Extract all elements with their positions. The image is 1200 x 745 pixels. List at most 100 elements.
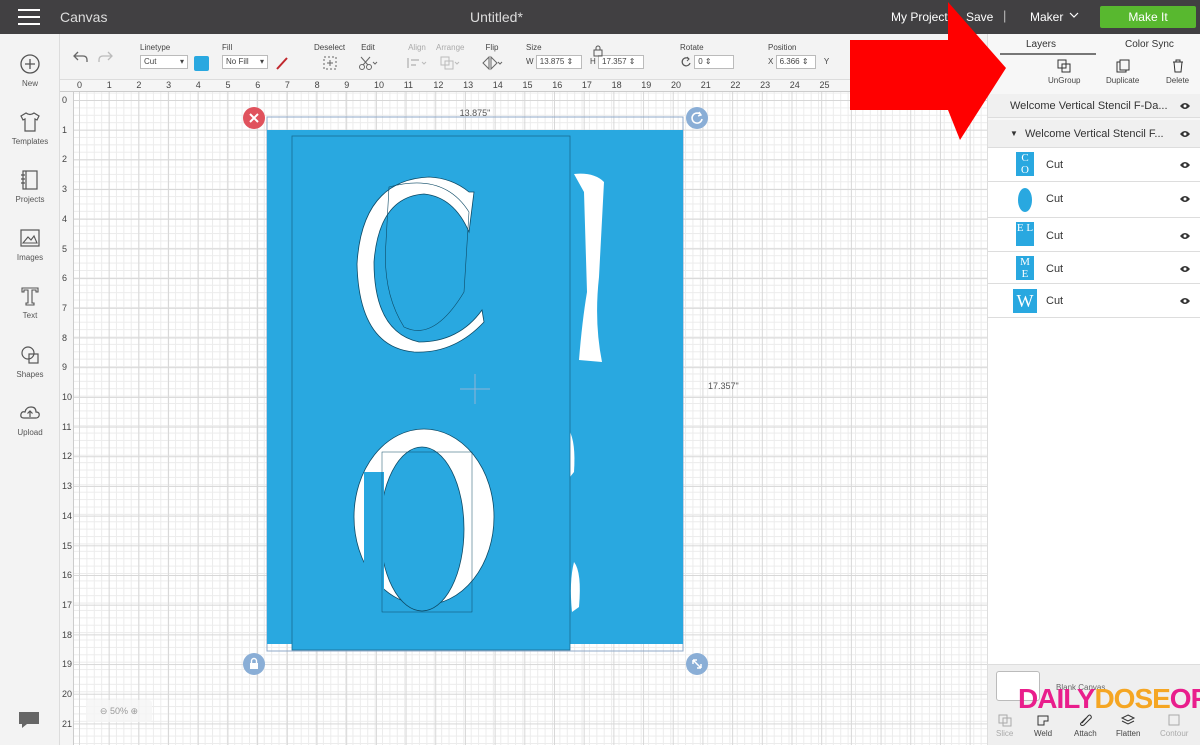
chevron-down-icon[interactable] [1068,9,1080,24]
sidebar-item-new[interactable]: New [0,52,60,88]
ruler-v-tick: 1 [62,124,68,135]
menu-icon[interactable] [18,9,40,25]
layer-row[interactable]: E L Cut [988,218,1200,252]
undo-icon[interactable] [72,50,88,64]
height-input[interactable]: 17.357 ⇕ [598,55,645,69]
ruler-h-tick: 16 [552,80,563,90]
eye-icon[interactable] [1179,297,1191,305]
sidebar-item-templates[interactable]: Templates [0,110,60,146]
ruler-h-tick: 4 [195,80,201,90]
ruler-h-tick: 6 [255,80,261,90]
align-label: Align [408,43,426,52]
no-fill-swatch-icon[interactable] [274,55,290,71]
zoom-in-icon[interactable]: ⊕ [131,706,139,716]
slice-button[interactable]: Slice [996,713,1013,738]
x-input[interactable]: 6.366 ⇕ [775,55,816,69]
eye-icon[interactable] [1179,265,1191,273]
lock-aspect-icon[interactable] [592,45,604,57]
layer-row[interactable]: W Cut [988,284,1200,318]
machine-select[interactable]: Maker [1030,10,1063,24]
ruler-v-tick: 0 [62,95,68,105]
rotate-group: Rotate 0 ⇕ [680,43,735,69]
zoom-level: 50% [109,706,128,716]
ruler-v-tick: 18 [62,629,73,640]
sidebar-item-shapes[interactable]: Shapes [0,343,60,379]
edit-group[interactable]: Edit [358,43,378,73]
zoom-out-icon[interactable]: ⊖ [100,706,108,716]
ruler-h-tick: 12 [433,80,444,90]
sidebar-item-upload[interactable]: Upload [0,401,60,437]
zoom-control[interactable]: ⊖ 50% ⊕ [86,700,152,722]
back-stencil-tab [663,136,683,392]
eye-icon[interactable] [1179,195,1191,203]
delete-handle-icon[interactable] [242,106,266,130]
sidebar-item-label: Projects [15,195,45,204]
notebook-icon [21,170,38,190]
flatten-button[interactable]: Flatten [1116,713,1140,738]
delete-button[interactable]: Delete [1166,58,1189,85]
ruler-v-tick: 19 [62,659,73,670]
eye-icon[interactable] [1179,130,1191,138]
sidebar-item-label: Shapes [16,370,44,379]
eye-icon[interactable] [1179,161,1191,169]
linetype-group: Linetype Cut ▾ [140,43,188,69]
width-input[interactable]: 13.875 ⇕ [535,55,582,69]
panel-tabs: Layers Color Sync [988,34,1200,55]
edit-label: Edit [361,43,375,52]
linetype-color-swatch[interactable] [194,56,209,71]
trash-icon [1172,59,1183,73]
size-group: Size W 13.875 ⇕ H 17.357 ⇕ [526,43,645,69]
contour-button[interactable]: Contour [1160,713,1188,738]
height-label: H [590,57,596,66]
ruler-h-tick: 18 [611,80,622,90]
duplicate-icon [1116,59,1130,73]
sidebar-item-label: Upload [17,428,43,437]
image-icon [20,229,40,247]
align-group[interactable]: Align [406,43,428,73]
arrange-group[interactable]: Arrange [436,43,464,73]
layer-row[interactable]: C O Cut [988,148,1200,182]
layer-row[interactable]: M E Cut [988,252,1200,284]
sidebar-item-text[interactable]: Text [0,284,60,320]
sidebar-item-images[interactable]: Images [0,226,60,262]
ruler-h-tick: 23 [760,80,771,90]
layer-name: Welcome Vertical Stencil F... [1025,128,1164,140]
position-label: Position [768,43,797,52]
ruler-v-tick: 15 [62,540,73,551]
layer-label: Cut [1046,159,1064,171]
scissors-icon [359,56,378,70]
lock-handle-icon[interactable] [242,652,266,676]
resize-handle-icon[interactable] [685,652,709,676]
expand-arrow-icon[interactable]: ▼ [1010,129,1018,138]
eye-icon[interactable] [1179,102,1191,110]
design-canvas[interactable]: 13.875" 17.357" [74,92,987,745]
make-it-button[interactable]: Make It [1100,6,1196,28]
duplicate-button[interactable]: Duplicate [1106,58,1139,85]
rotate-input[interactable]: 0 ⇕ [694,55,735,69]
ruler-v-tick: 16 [62,570,73,581]
redo-icon[interactable] [98,50,114,64]
linetype-select[interactable]: Cut ▾ [140,55,188,69]
ruler-h-tick: 19 [641,80,652,90]
tab-color-sync[interactable]: Color Sync [1125,39,1174,50]
deselect-group[interactable]: Deselect [314,43,345,73]
attach-button[interactable]: Attach [1074,713,1097,738]
linetype-label: Linetype [140,43,171,52]
rotate-handle-icon[interactable] [685,106,709,130]
chat-icon[interactable] [17,710,41,730]
fill-select[interactable]: No Fill ▾ [222,55,268,69]
rotate-label: Rotate [680,43,704,52]
sidebar-item-projects[interactable]: Projects [0,168,60,204]
layer-group-top[interactable]: Welcome Vertical Stencil F-Da... [988,94,1200,118]
layer-group-expanded[interactable]: ▼ Welcome Vertical Stencil F... [988,120,1200,148]
eye-icon[interactable] [1179,232,1191,240]
weld-button[interactable]: Weld [1034,713,1052,738]
ruler-h-tick: 9 [344,80,350,90]
tab-layers[interactable]: Layers [1026,39,1056,50]
ungroup-button[interactable]: UnGroup [1048,58,1080,85]
layer-row[interactable]: Cut [988,182,1200,218]
layers-empty-area [988,318,1200,664]
flip-group[interactable]: Flip [480,43,504,73]
ruler-h-tick: 24 [789,80,800,90]
ruler-v-tick: 21 [62,718,73,729]
